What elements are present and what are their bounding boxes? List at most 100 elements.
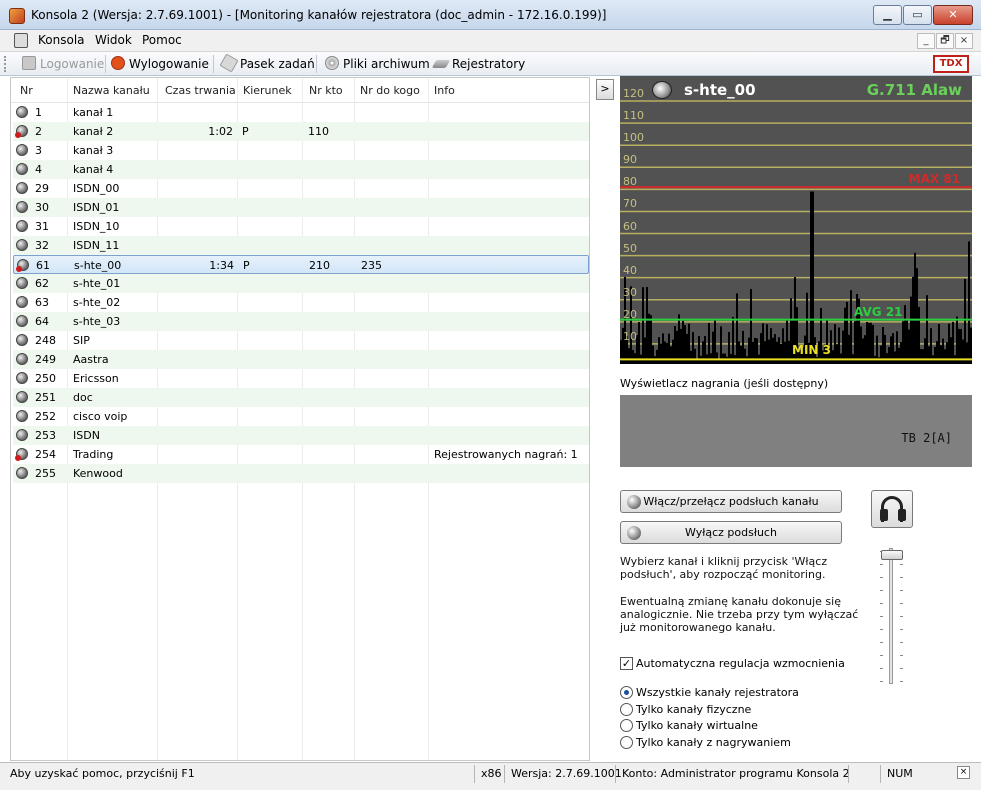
table-row[interactable]: 249 Aastra: [13, 350, 589, 369]
signal-bar: [684, 325, 686, 364]
table-row[interactable]: 255 Kenwood: [13, 464, 589, 483]
table-row[interactable]: 29 ISDN_00: [13, 179, 589, 198]
cell-name: doc: [73, 391, 93, 404]
slider-tick: [880, 603, 883, 604]
radio-recording-channels-label[interactable]: Tylko kanały z nagrywaniem: [636, 736, 791, 749]
table-row[interactable]: 64 s-hte_03: [13, 312, 589, 331]
graph-tick-label: 60: [623, 219, 637, 233]
cell-nr: 63: [35, 296, 49, 309]
signal-bar: [780, 343, 782, 364]
app-icon[interactable]: [9, 8, 25, 24]
collapse-panel-button[interactable]: >: [596, 79, 614, 100]
column-header-direction[interactable]: Kierunek: [243, 84, 292, 97]
recorders-button[interactable]: Rejestratory: [431, 56, 525, 73]
login-button[interactable]: Logowanie: [22, 56, 104, 73]
table-row[interactable]: 253 ISDN: [13, 426, 589, 445]
slider-tick: [900, 616, 903, 617]
slider-tick: [880, 681, 883, 682]
power-icon: [111, 56, 125, 70]
mdi-close-button[interactable]: ×: [955, 33, 973, 49]
column-header-info[interactable]: Info: [434, 84, 455, 97]
taskbar-button[interactable]: Pasek zadań: [219, 53, 315, 73]
logout-button[interactable]: Wylogowanie: [111, 56, 209, 73]
signal-bar: [898, 347, 900, 364]
column-header-caller[interactable]: Nr kto: [309, 84, 343, 97]
menu-pomoc[interactable]: Pomoc: [142, 33, 182, 47]
column-header-duration[interactable]: Czas trwania: [165, 84, 236, 97]
cell-name: ISDN_11: [73, 239, 120, 252]
table-row[interactable]: 254 Trading Rejestrowanych nagrań: 1: [13, 445, 589, 464]
enable-monitoring-label: Włącz/przełącz podsłuch kanału: [643, 495, 819, 508]
archive-files-label: Pliki archiwum: [343, 57, 430, 71]
slider-tick: [900, 668, 903, 669]
radio-all-channels-label[interactable]: Wszystkie kanały rejestratora: [636, 686, 799, 699]
column-header-callee[interactable]: Nr do kogo: [360, 84, 420, 97]
column-header-nr[interactable]: Nr: [20, 84, 33, 97]
column-header-name[interactable]: Nazwa kanału: [73, 84, 150, 97]
table-row[interactable]: 2 kanał 2 1:02 P 110: [13, 122, 589, 141]
signal-bar: [694, 348, 696, 364]
mdi-minimize-button[interactable]: _: [917, 33, 935, 49]
tdx-logo: TDX: [933, 55, 969, 73]
table-row[interactable]: 61 s-hte_00 1:34 P 210 235: [13, 255, 589, 274]
minimize-button[interactable]: ▁: [873, 5, 902, 25]
signal-bar: [920, 349, 922, 364]
table-row[interactable]: 250 Ericsson: [13, 369, 589, 388]
signal-bar: [628, 348, 630, 364]
channel-icon: [16, 144, 28, 156]
archive-files-button[interactable]: Pliki archiwum: [325, 56, 430, 73]
menu-konsola[interactable]: Konsola: [38, 33, 85, 47]
signal-bar: [702, 341, 704, 364]
signal-bar: [866, 321, 868, 364]
table-row[interactable]: 32 ISDN_11: [13, 236, 589, 255]
table-row[interactable]: 62 s-hte_01: [13, 274, 589, 293]
enable-monitoring-button[interactable]: Włącz/przełącz podsłuch kanału: [620, 490, 842, 513]
signal-bar: [888, 347, 890, 364]
cell-nr: 252: [35, 410, 56, 423]
volume-slider-track[interactable]: [889, 548, 893, 684]
toolbar-grip[interactable]: [4, 56, 8, 72]
radio-physical-channels-label[interactable]: Tylko kanały fizyczne: [636, 703, 751, 716]
slider-tick: [900, 564, 903, 565]
headphones-button[interactable]: [871, 490, 913, 528]
table-row[interactable]: 63 s-hte_02: [13, 293, 589, 312]
radio-virtual-channels-label[interactable]: Tylko kanały wirtualne: [636, 719, 758, 732]
min-level-label: MIN 3: [792, 343, 831, 358]
radio-physical-channels[interactable]: [620, 703, 633, 716]
table-row[interactable]: 1 kanał 1: [13, 103, 589, 122]
table-row[interactable]: 248 SIP: [13, 331, 589, 350]
slider-tick: [900, 603, 903, 604]
table-row[interactable]: 251 doc: [13, 388, 589, 407]
cell-nr: 2: [35, 125, 42, 138]
menu-widok[interactable]: Widok: [95, 33, 132, 47]
document-menu-icon[interactable]: [14, 33, 28, 48]
table-row[interactable]: 252 cisco voip: [13, 407, 589, 426]
radio-all-channels[interactable]: [620, 686, 633, 699]
agc-label[interactable]: Automatyczna regulacja wzmocnienia: [636, 657, 845, 670]
agc-checkbox[interactable]: ✓: [620, 657, 633, 670]
signal-bar: [762, 323, 764, 364]
cell-nr: 254: [35, 448, 56, 461]
signal-bar: [846, 301, 848, 364]
table-row[interactable]: 31 ISDN_10: [13, 217, 589, 236]
radio-virtual-channels[interactable]: [620, 719, 633, 732]
table-row[interactable]: 4 kanał 4: [13, 160, 589, 179]
recording-channel-icon: [16, 259, 29, 272]
table-row[interactable]: 30 ISDN_01: [13, 198, 589, 217]
channel-list[interactable]: Nr Nazwa kanału Czas trwania Kierunek Nr…: [10, 77, 590, 761]
slider-tick: [880, 577, 883, 578]
cell-nr: 62: [35, 277, 49, 290]
maximize-button[interactable]: ▭: [903, 5, 932, 25]
status-close-button[interactable]: ×: [957, 766, 970, 779]
radio-recording-channels[interactable]: [620, 736, 633, 749]
table-row[interactable]: 3 kanał 3: [13, 141, 589, 160]
mdi-restore-button[interactable]: 🗗: [936, 33, 954, 49]
cell-callee: 235: [361, 259, 382, 272]
disable-monitoring-button[interactable]: Wyłącz podsłuch: [620, 521, 842, 544]
volume-slider-thumb[interactable]: [881, 550, 903, 561]
close-button[interactable]: ✕: [933, 5, 973, 25]
channel-icon: [16, 467, 28, 479]
channel-icon: [16, 277, 28, 289]
signal-bar: [918, 306, 920, 364]
signal-bar: [740, 345, 742, 364]
